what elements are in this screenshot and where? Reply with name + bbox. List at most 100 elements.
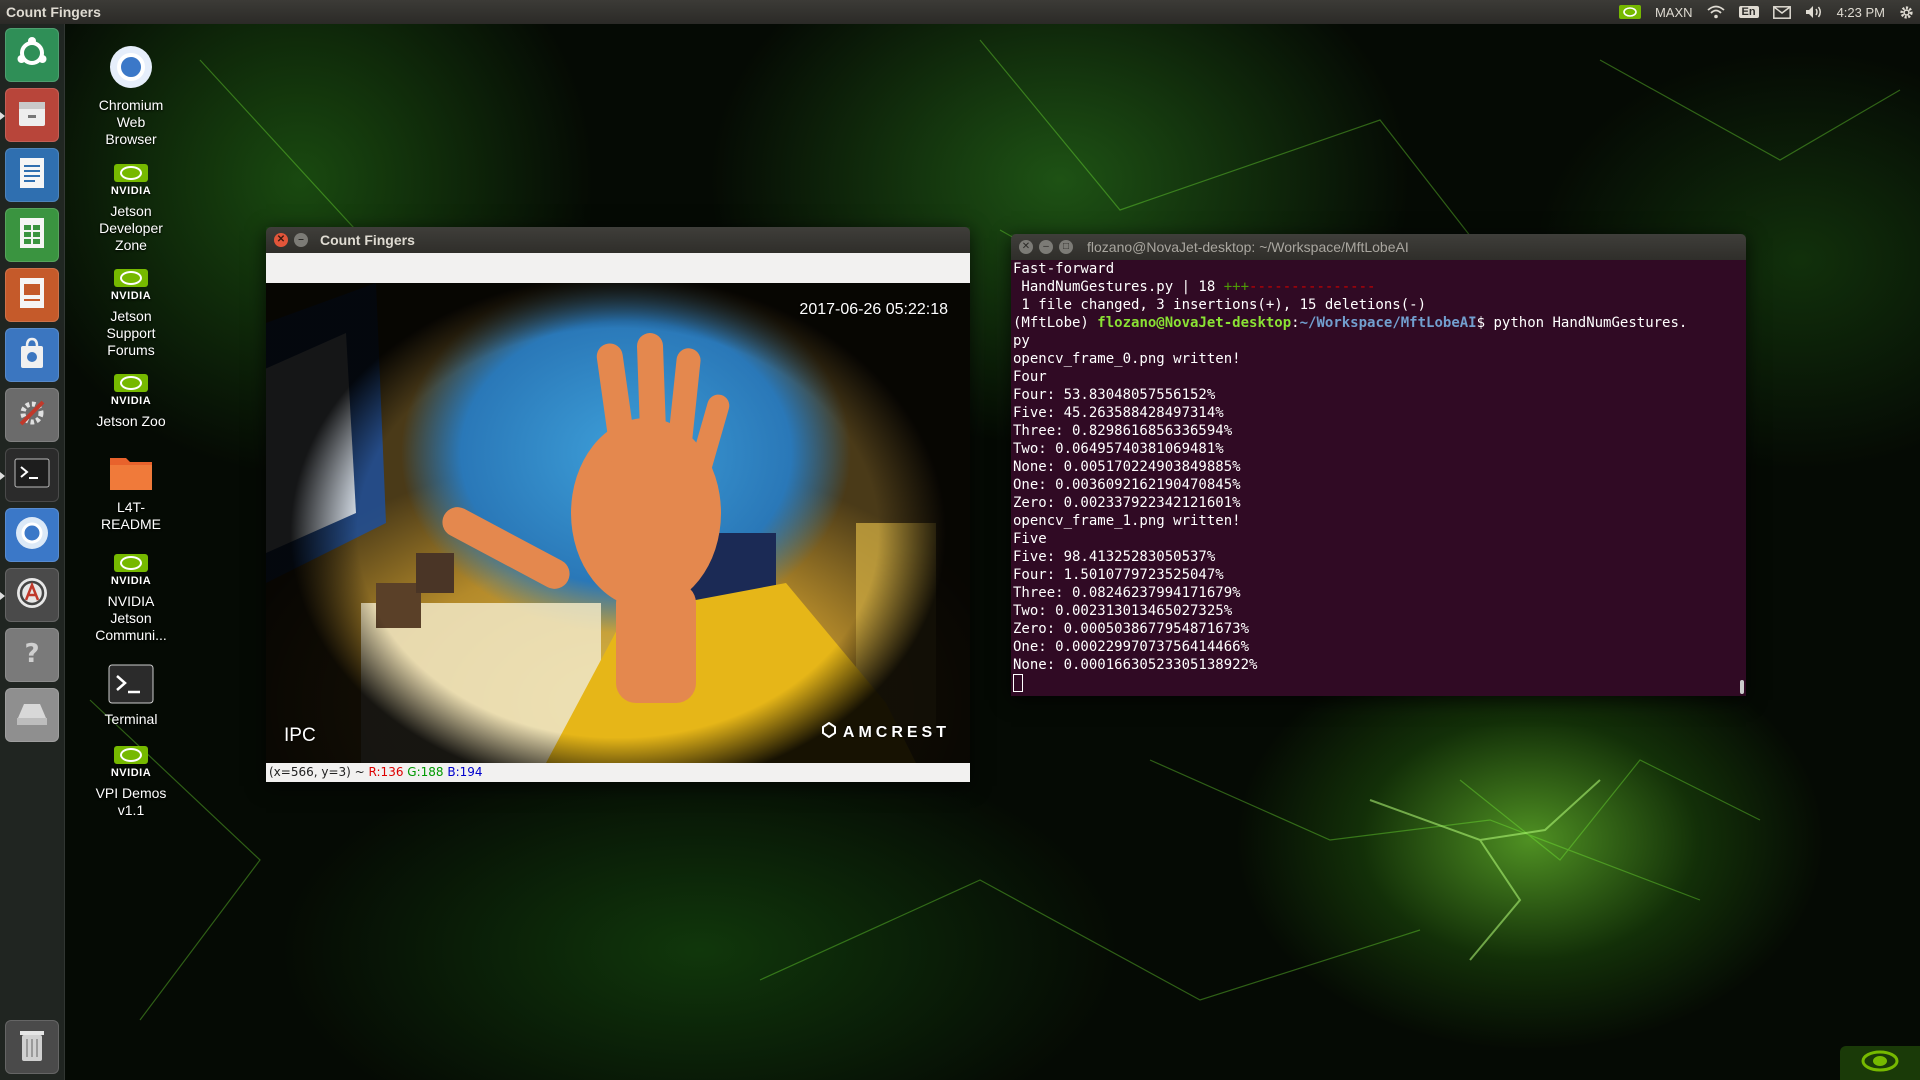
window-titlebar[interactable]: ✕ – □ flozano@NovaJet-desktop: ~/Workspa… — [1011, 234, 1746, 260]
window-title: Count Fingers — [320, 232, 415, 248]
terminal-line: Five — [1013, 531, 1047, 547]
launcher-terminal[interactable] — [0, 448, 59, 502]
lens-vignette — [266, 283, 970, 763]
camera-feed[interactable]: 2017-06-26 05:22:18 IPC AMCREST — [266, 283, 970, 763]
minimize-icon: – — [1043, 241, 1049, 252]
terminal-line: Five: 45.263588428497314% — [1013, 405, 1224, 421]
launcher-libreoffice-calc[interactable] — [5, 208, 59, 262]
clock[interactable]: 4:23 PM — [1837, 5, 1885, 20]
minimize-button[interactable]: – — [294, 233, 308, 247]
window-title: flozano@NovaJet-desktop: ~/Workspace/Mft… — [1087, 239, 1409, 255]
updater-icon — [14, 575, 50, 616]
minimize-icon: – — [298, 234, 304, 245]
terminal-icon — [108, 664, 154, 708]
power-mode-label[interactable]: MAXN — [1655, 5, 1693, 20]
keyboard-layout-indicator[interactable]: En — [1738, 6, 1759, 18]
launcher-software-updater[interactable] — [0, 568, 59, 622]
terminal-output[interactable]: Fast-forward HandNumGestures.py | 18 +++… — [1011, 260, 1746, 696]
terminal-line: Three: 0.8298616856336594% — [1013, 423, 1233, 439]
launcher-help[interactable]: ? — [5, 628, 59, 682]
window-titlebar[interactable]: ✕ – Count Fingers — [266, 227, 970, 253]
scrollbar[interactable] — [1740, 680, 1744, 694]
close-button[interactable]: ✕ — [274, 233, 288, 247]
terminal-line: One: 0.00022997073756414466% — [1013, 639, 1250, 655]
top-panel: Count Fingers MAXN En 4:23 PM — [0, 0, 1920, 24]
settings-tools-icon — [15, 396, 49, 435]
launcher-software-center[interactable] — [5, 328, 59, 382]
nvidia-icon: NVIDIA — [111, 269, 151, 305]
file-cabinet-icon — [15, 96, 49, 135]
desktop-icon-label: Jetson Support Forums — [106, 308, 156, 358]
svg-text:?: ? — [24, 639, 39, 669]
pixel-green-value: G:188 — [407, 765, 444, 779]
terminal-line: Zero: 0.002337922342121601% — [1013, 495, 1241, 511]
mail-icon[interactable] — [1772, 5, 1791, 19]
text-cursor — [1013, 674, 1023, 692]
launcher-drive[interactable] — [5, 688, 59, 742]
launcher-system-settings[interactable] — [5, 388, 59, 442]
nvidia-icon: NVIDIA — [111, 374, 151, 410]
launcher-libreoffice-impress[interactable] — [5, 268, 59, 322]
desktop-icon-label: Jetson Zoo — [96, 413, 166, 429]
wifi-icon[interactable] — [1706, 5, 1725, 19]
pixel-red-value: R:136 — [368, 765, 404, 779]
desktop-icon-l4t-readme[interactable]: L4T- README — [78, 452, 184, 533]
close-icon: ✕ — [276, 234, 286, 245]
nvidia-watermark — [1840, 1046, 1920, 1080]
nvidia-icon[interactable] — [1618, 5, 1641, 19]
desktop-icon-label: NVIDIA Jetson Communi... — [95, 593, 167, 643]
camera-timestamp: 2017-06-26 05:22:18 — [799, 301, 948, 318]
impress-slides-icon — [17, 276, 47, 315]
cursor-coordinates: (x=566, y=3) ~ — [269, 765, 365, 779]
launcher-chromium[interactable] — [5, 508, 59, 562]
launcher-trash[interactable] — [5, 1020, 59, 1074]
terminal-line: Zero: 0.0005038677954871673% — [1013, 621, 1250, 637]
minimize-button[interactable]: – — [1039, 240, 1053, 254]
unity-launcher: ? — [0, 24, 65, 1080]
desktop-icon-terminal[interactable]: Terminal — [78, 664, 184, 728]
pixel-blue-value: B:194 — [447, 765, 483, 779]
camera-brand-watermark: AMCREST — [821, 721, 950, 743]
count-fingers-window[interactable]: ✕ – Count Fingers 2017-06-26 05:22:18 IP… — [266, 227, 970, 782]
calc-sheet-icon — [17, 216, 47, 255]
settings-gear-icon[interactable] — [1899, 5, 1914, 20]
terminal-prompt-line[interactable] — [1013, 674, 1746, 692]
nvidia-icon: NVIDIA — [111, 746, 151, 782]
launcher-files[interactable] — [0, 88, 59, 142]
maximize-button[interactable]: □ — [1059, 240, 1073, 254]
desktop-icon-vpi-demos[interactable]: NVIDIA VPI Demos v1.1 — [78, 746, 184, 819]
desktop-icon-nvidia-jetson-community[interactable]: NVIDIA NVIDIA Jetson Communi... — [78, 554, 184, 644]
desktop-icon-jetson-support-forums[interactable]: NVIDIA Jetson Support Forums — [78, 269, 184, 359]
launcher-libreoffice-writer[interactable] — [5, 148, 59, 202]
help-icon: ? — [17, 636, 47, 675]
drive-icon — [14, 698, 50, 733]
chromium-icon — [108, 44, 154, 94]
nvidia-icon — [1857, 1048, 1903, 1079]
close-icon: ✕ — [1021, 241, 1031, 252]
terminal-window[interactable]: ✕ – □ flozano@NovaJet-desktop: ~/Workspa… — [1011, 234, 1746, 696]
desktop-icon-label: Jetson Developer Zone — [99, 203, 163, 253]
terminal-line: None: 0.005170224903849885% — [1013, 459, 1241, 475]
terminal-line: opencv_frame_1.png written! — [1013, 513, 1241, 529]
close-button[interactable]: ✕ — [1019, 240, 1033, 254]
terminal-line: Four: 1.5010779723525047% — [1013, 567, 1224, 583]
terminal-line: Fast-forward — [1013, 261, 1115, 277]
desktop-icon-jetson-zoo[interactable]: NVIDIA Jetson Zoo — [78, 374, 184, 430]
terminal-line: (MftLobe) flozano@NovaJet-desktop:~/Work… — [1013, 315, 1688, 331]
writer-doc-icon — [17, 156, 47, 195]
desktop-icon-label: Chromium Web Browser — [98, 97, 164, 147]
desktop-icon-label: VPI Demos v1.1 — [95, 785, 167, 818]
terminal-icon — [14, 458, 50, 493]
desktop-icon-chromium[interactable]: Chromium Web Browser — [78, 44, 184, 148]
terminal-line: Four — [1013, 369, 1047, 385]
terminal-line: opencv_frame_0.png written! — [1013, 351, 1241, 367]
desktop-icon-jetson-developer-zone[interactable]: NVIDIA Jetson Developer Zone — [78, 164, 184, 254]
terminal-line: None: 0.00016630523305138922% — [1013, 657, 1258, 673]
volume-icon[interactable] — [1805, 5, 1823, 19]
terminal-line: One: 0.0036092162190470845% — [1013, 477, 1241, 493]
desktop-icon-label: L4T- README — [101, 499, 161, 532]
terminal-line: HandNumGestures.py | 18 +++-------------… — [1013, 279, 1376, 295]
launcher-ubuntu-dash[interactable] — [5, 28, 59, 82]
desktop-icon-label: Terminal — [104, 711, 158, 727]
shopping-bag-icon — [16, 336, 48, 375]
